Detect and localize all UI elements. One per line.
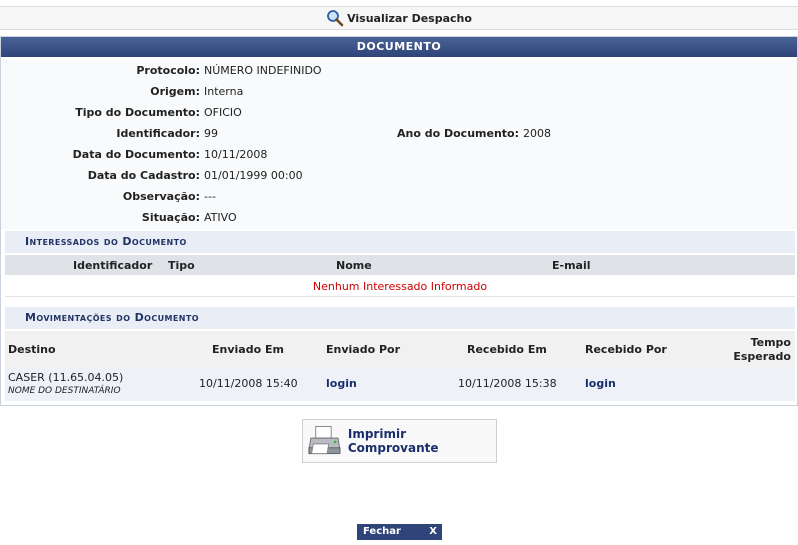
document-panel: Documento Protocolo: NÚMERO INDEFINIDO O… — [0, 36, 798, 406]
view-dispatch-title: Visualizar Despacho — [347, 11, 472, 25]
col-email: E-mail — [552, 259, 591, 272]
tipo-label: Tipo do Documento: — [75, 106, 200, 119]
movimentacoes-heading: Movimentações do Documento — [5, 307, 795, 329]
print-receipt-label: Imprimir Comprovante — [347, 427, 439, 455]
enviado-em-value: 10/11/2008 15:40 — [199, 377, 298, 390]
data-documento-value: 10/11/2008 — [204, 148, 268, 161]
recebido-por-link[interactable]: login — [585, 377, 616, 390]
magnifier-icon — [327, 10, 344, 27]
protocolo-label: Protocolo: — [136, 64, 200, 77]
tipo-value: OFICIO — [204, 106, 242, 119]
printer-icon — [308, 425, 341, 455]
destino-value: CASER (11.65.04.05) — [8, 371, 124, 384]
close-button[interactable]: Fechar X — [357, 524, 442, 540]
field-data-documento: Data do Documento: 10/11/2008 — [1, 145, 797, 165]
field-origem: Origem: Interna — [1, 82, 797, 102]
col-esperado: Esperado — [733, 350, 791, 363]
data-documento-label: Data do Documento: — [72, 148, 200, 161]
movimentacoes-heading-text: Movimentações do Documento — [25, 311, 199, 324]
col-recebido-em: Recebido Em — [467, 343, 547, 356]
field-observacao: Observação: --- — [1, 187, 797, 207]
ano-label: Ano do Documento: — [397, 127, 519, 140]
col-destino: Destino — [8, 343, 56, 356]
data-cadastro-label: Data do Cadastro: — [87, 169, 200, 182]
situacao-value: ATIVO — [204, 211, 237, 224]
close-label: Fechar — [363, 526, 401, 537]
field-protocolo: Protocolo: NÚMERO INDEFINIDO — [1, 61, 797, 81]
panel-caption: Documento — [1, 37, 797, 57]
interessados-heading: Interessados do Documento — [5, 231, 795, 253]
field-situacao: Situação: ATIVO — [1, 208, 797, 228]
field-identificador: Identificador: 99 Ano do Documento: 2008 — [1, 124, 797, 144]
origem-label: Origem: — [150, 85, 200, 98]
destinatario-value: NOME DO DESTINATÁRIO — [8, 386, 121, 396]
situacao-label: Situação: — [141, 211, 200, 224]
table-row: CASER (11.65.04.05) NOME DO DESTINATÁRIO… — [5, 367, 795, 401]
col-recebido-por: Recebido Por — [585, 343, 667, 356]
col-enviado-em: Enviado Em — [212, 343, 284, 356]
identificador-value: 99 — [204, 127, 218, 140]
interessados-empty-message: Nenhum Interessado Informado — [5, 277, 795, 297]
interessados-table-header: Identificador Tipo Nome E-mail — [5, 255, 795, 275]
movimentacoes-table-header: Destino Enviado Em Enviado Por Recebido … — [5, 331, 795, 367]
col-enviado-por: Enviado Por — [326, 343, 401, 356]
view-dispatch-header: Visualizar Despacho — [0, 6, 798, 30]
col-tipo: Tipo — [168, 259, 195, 272]
enviado-por-link[interactable]: login — [326, 377, 357, 390]
protocolo-value: NÚMERO INDEFINIDO — [204, 64, 322, 77]
field-data-cadastro: Data do Cadastro: 01/01/1999 00:00 — [1, 166, 797, 186]
document-info: Protocolo: NÚMERO INDEFINIDO Origem: Int… — [1, 59, 797, 229]
print-receipt-button[interactable]: Imprimir Comprovante — [302, 419, 497, 463]
panel-caption-text: Documento — [356, 40, 442, 53]
col-identificador: Identificador — [73, 259, 153, 272]
col-tempo: Tempo — [750, 336, 791, 349]
ano-value: 2008 — [523, 127, 551, 140]
origem-value: Interna — [204, 85, 244, 98]
recebido-em-value: 10/11/2008 15:38 — [458, 377, 557, 390]
field-tipo: Tipo do Documento: OFICIO — [1, 103, 797, 123]
close-icon: X — [429, 526, 437, 537]
col-nome: Nome — [336, 259, 372, 272]
observacao-value: --- — [204, 190, 216, 203]
identificador-label: Identificador: — [116, 127, 200, 140]
observacao-label: Observação: — [122, 190, 200, 203]
interessados-heading-text: Interessados do Documento — [25, 235, 187, 248]
data-cadastro-value: 01/01/1999 00:00 — [204, 169, 303, 182]
